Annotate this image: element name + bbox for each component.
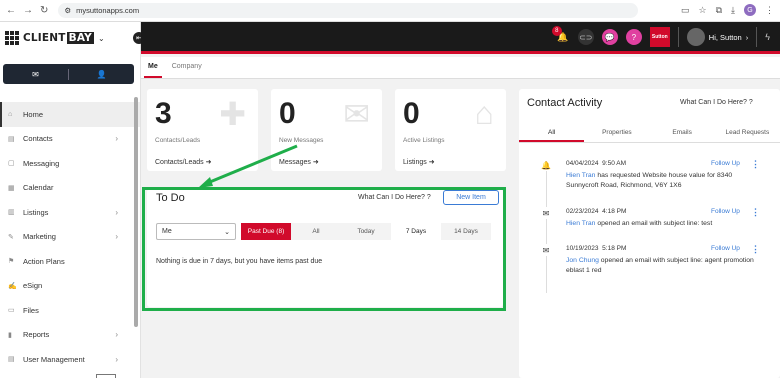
- activity-tab-lead-requests[interactable]: Lead Requests: [715, 123, 780, 142]
- envelope-icon: ✉: [540, 244, 552, 256]
- more-options-icon[interactable]: ⋮: [751, 244, 760, 255]
- follow-up-link[interactable]: Follow Up: [711, 245, 740, 252]
- activity-date: 04/04/2024 9:50 AM: [566, 160, 627, 167]
- bell-icon: 🔔: [540, 159, 552, 171]
- contact-activity-help-link[interactable]: What Can I Do Here? ?: [680, 99, 753, 106]
- activity-tab-properties[interactable]: Properties: [584, 123, 649, 142]
- follow-up-link[interactable]: Follow Up: [711, 160, 740, 167]
- more-options-icon[interactable]: ⋮: [751, 159, 760, 170]
- contact-activity-panel: Contact Activity What Can I Do Here? ? A…: [519, 89, 780, 378]
- contact-link[interactable]: Hien Tran: [566, 220, 595, 227]
- activity-tab-emails[interactable]: Emails: [650, 123, 715, 142]
- contact-activity-title: Contact Activity: [527, 97, 603, 109]
- contact-link[interactable]: Hien Tran: [566, 172, 595, 179]
- activity-date: 02/23/2024 4:18 PM: [566, 208, 627, 215]
- envelope-icon: ✉: [540, 207, 552, 219]
- activity-text: Hien Tran opened an email with subject l…: [566, 220, 713, 227]
- contact-link[interactable]: Jon Chung: [566, 257, 599, 264]
- question-icon: ?: [748, 99, 753, 106]
- activity-date: 10/19/2023 5:18 PM: [566, 245, 627, 252]
- activity-text: Hien Tran has requested Website house va…: [566, 172, 733, 189]
- activity-tab-all[interactable]: All: [519, 123, 585, 142]
- follow-up-link[interactable]: Follow Up: [711, 208, 740, 215]
- activity-tabs: All Properties Emails Lead Requests: [519, 123, 780, 143]
- activity-text: Jon Chung opened an email with subject l…: [566, 257, 754, 274]
- more-options-icon[interactable]: ⋮: [751, 207, 760, 218]
- timeline-line: [546, 163, 547, 293]
